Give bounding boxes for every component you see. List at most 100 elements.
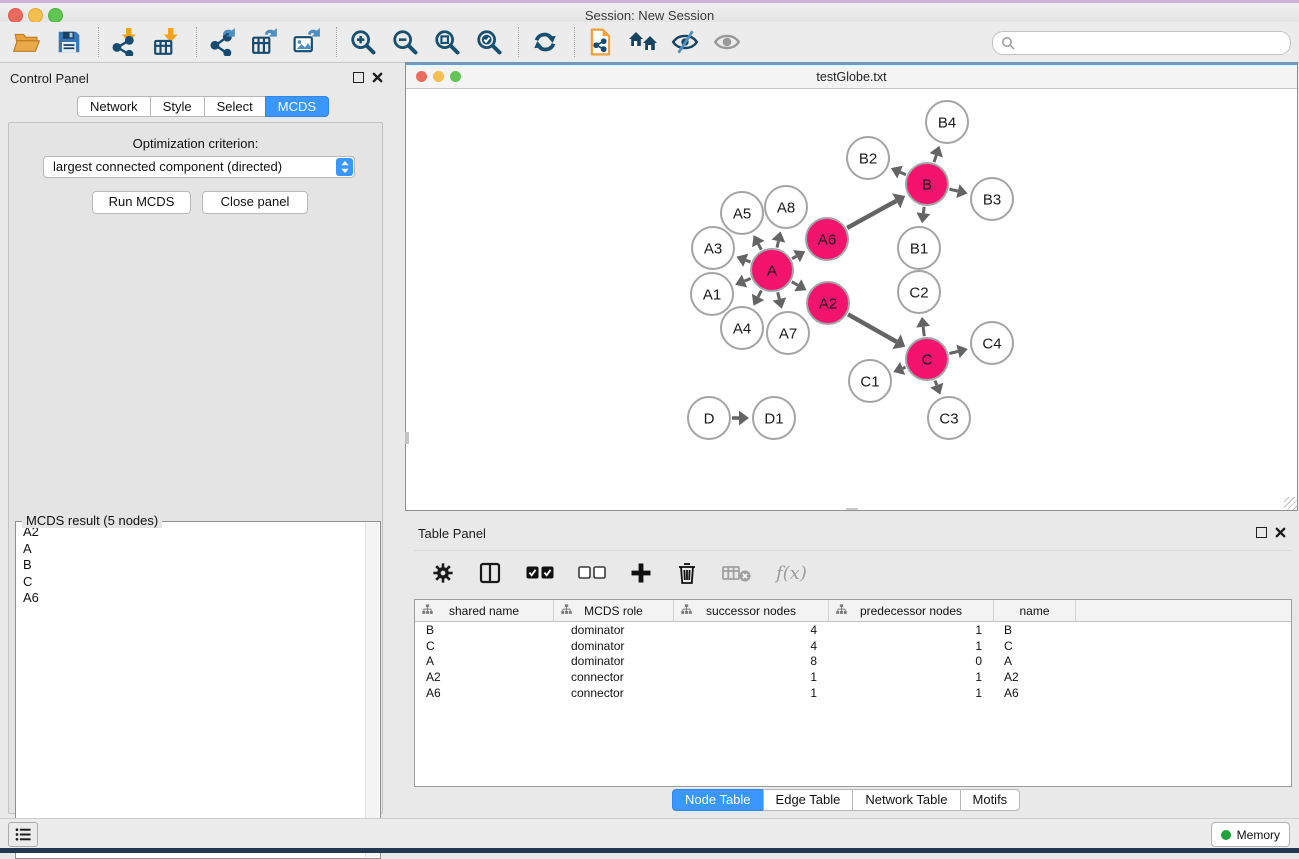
table-cell[interactable]: 1 [674,686,829,700]
table-cell[interactable]: C [994,639,1076,653]
table-row[interactable]: Cdominator41C [415,638,1291,654]
close-panel-button[interactable]: Close panel [202,191,308,214]
export-network-button[interactable] [208,27,238,57]
graph-edge-A6-B[interactable] [847,201,896,228]
table-cell[interactable]: 4 [674,639,829,653]
graph-node-C2[interactable]: C2 [898,271,940,313]
tab-select[interactable]: Select [204,96,266,117]
tab-node-table[interactable]: Node Table [672,789,764,811]
zoom-out-button[interactable] [390,27,420,57]
graphics-details-button[interactable] [670,27,700,57]
import-table-button[interactable] [152,27,182,57]
graph-edge-A-A8[interactable] [777,241,778,247]
delete-column-button[interactable] [676,558,698,588]
network-canvas[interactable]: B4B2BB3A8A5A6A3B1AC2A1A2A4A7C4CC1C3DD1 [406,89,1297,510]
add-column-button[interactable] [630,558,652,588]
table-row[interactable]: A6connector11A6 [415,685,1291,701]
graph-node-C3[interactable]: C3 [928,397,970,439]
search-input[interactable] [1019,33,1283,53]
mcds-result-item[interactable]: C [17,574,365,591]
export-image-button[interactable] [292,27,322,57]
graph-edge-A-A6[interactable] [792,256,796,259]
deselect-all-button[interactable] [578,558,606,588]
graph-node-C[interactable]: C [906,338,948,380]
graph-edge-B-B2[interactable] [900,172,906,175]
graph-node-C4[interactable]: C4 [971,322,1013,364]
graph-edge-A-A5[interactable] [758,244,761,250]
column-header-MCDS-role[interactable]: MCDS role [554,600,674,621]
graph-edge-C-C3[interactable] [935,381,937,386]
close-panel-icon[interactable] [1275,527,1286,538]
refresh-button[interactable] [530,27,560,57]
criterion-dropdown[interactable]: largest connected component (directed) [43,156,355,178]
mcds-list-scrollbar[interactable] [365,523,379,857]
table-row[interactable]: Adominator80A [415,654,1291,670]
graph-edge-A-A3[interactable] [746,260,751,262]
graph-node-A[interactable]: A [751,249,793,291]
table-cell[interactable]: A6 [415,686,554,700]
table-cell[interactable]: A2 [994,670,1076,684]
table-cell[interactable]: 1 [829,639,994,653]
table-cell[interactable]: A2 [415,670,554,684]
graph-node-B[interactable]: B [906,163,948,205]
select-all-button[interactable] [526,558,554,588]
export-table-button[interactable] [250,27,280,57]
column-header-shared-name[interactable]: shared name [415,600,554,621]
column-header-predecessor-nodes[interactable]: predecessor nodes [829,600,994,621]
tab-mcds[interactable]: MCDS [265,96,329,117]
graph-node-B3[interactable]: B3 [971,178,1013,220]
table-row[interactable]: Bdominator41B [415,622,1291,638]
graph-edge-B-B3[interactable] [949,189,957,191]
graph-edge-B-B1[interactable] [923,207,924,213]
graph-node-B1[interactable]: B1 [898,227,940,269]
graph-node-B4[interactable]: B4 [926,101,968,143]
table-cell[interactable]: 1 [829,670,994,684]
show-hide-view-button[interactable] [712,27,742,57]
zoom-fit-button[interactable] [432,27,462,57]
tab-style[interactable]: Style [150,96,205,117]
table-cell[interactable]: 0 [829,654,994,668]
save-session-button[interactable] [54,27,84,57]
graph-edge-A-A4[interactable] [758,290,761,296]
float-panel-icon[interactable] [1256,527,1267,538]
graph-node-A5[interactable]: A5 [721,192,763,234]
table-cell[interactable]: 4 [674,623,829,637]
table-cell[interactable]: B [415,623,554,637]
table-cell[interactable]: 1 [829,623,994,637]
zoom-selected-button[interactable] [474,27,504,57]
zoom-in-button[interactable] [348,27,378,57]
horizontal-scroll-thumb[interactable] [846,508,858,510]
table-settings-button[interactable] [432,558,454,588]
network-from-file-button[interactable] [586,27,616,57]
network-graph[interactable]: B4B2BB3A8A5A6A3B1AC2A1A2A4A7C4CC1C3DD1 [406,89,1297,510]
graph-edge-C-C1[interactable] [903,367,906,368]
import-network-button[interactable] [110,27,140,57]
table-cell[interactable]: A [415,654,554,668]
graph-node-A6[interactable]: A6 [806,218,848,260]
graph-node-A4[interactable]: A4 [721,307,763,349]
tab-motifs[interactable]: Motifs [960,789,1021,811]
graph-node-A7[interactable]: A7 [767,312,809,354]
column-header-name[interactable]: name [994,600,1076,621]
table-cell[interactable]: dominator [554,623,674,637]
table-cell[interactable]: A [994,654,1076,668]
window-resize-grip[interactable] [1284,497,1297,510]
mcds-result-item[interactable]: B [17,557,365,574]
mcds-result-item[interactable]: A [17,541,365,558]
graph-node-D1[interactable]: D1 [753,397,795,439]
close-panel-icon[interactable] [372,72,383,83]
function-builder-button[interactable]: f(x) [776,558,807,588]
mcds-result-item[interactable]: A6 [17,590,365,607]
column-header-successor-nodes[interactable]: successor nodes [674,600,829,621]
vertical-scroll-thumb[interactable] [405,432,409,444]
graph-node-A2[interactable]: A2 [807,282,849,324]
graph-edge-A-A1[interactable] [744,279,750,281]
graph-node-A3[interactable]: A3 [692,227,734,269]
table-cell[interactable]: 1 [674,670,829,684]
tab-network-table[interactable]: Network Table [852,789,960,811]
graph-node-C1[interactable]: C1 [849,360,891,402]
graph-edge-C-C4[interactable] [949,351,958,353]
table-cell[interactable]: connector [554,686,674,700]
table-row[interactable]: A2connector11A2 [415,669,1291,685]
home-button[interactable] [628,27,658,57]
